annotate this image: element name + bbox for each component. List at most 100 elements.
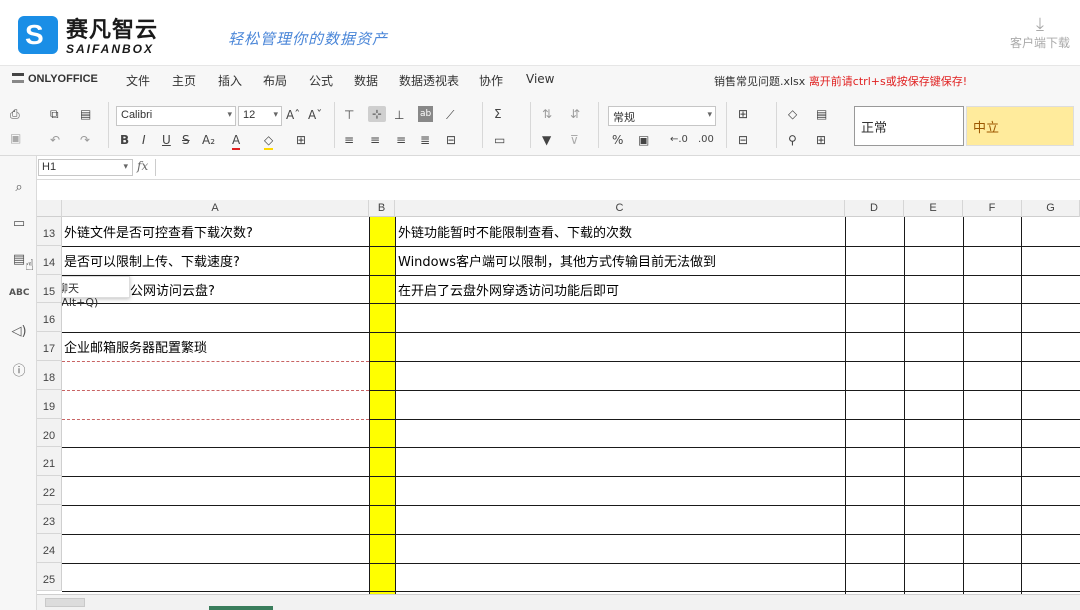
orientation-icon[interactable]: ⟋ <box>446 107 454 123</box>
conditional-format-icon[interactable]: ▤ <box>816 106 827 122</box>
decrease-decimal-icon[interactable]: ←.0 <box>670 132 688 148</box>
undo-icon[interactable]: ↶ <box>50 132 60 148</box>
cell-a[interactable]: 公网访问云盘? <box>128 280 215 299</box>
column-header-a[interactable]: A <box>62 200 369 217</box>
underline-button[interactable]: U <box>162 132 171 148</box>
increase-font-icon[interactable]: Aˆ <box>286 107 300 123</box>
tab-collaborate[interactable]: 协作 <box>479 72 503 89</box>
row-header[interactable]: 19 <box>37 389 62 419</box>
tab-data[interactable]: 数据 <box>354 72 378 89</box>
portal-header: S 赛凡智云 SAIFANBOX 轻松管理你的数据资产 ⤓ 客户端下载 <box>0 0 1080 66</box>
column-header-b[interactable]: B <box>369 200 395 217</box>
tab-layout[interactable]: 布局 <box>263 72 287 89</box>
number-format-select[interactable]: 常规 ▾ <box>608 106 716 126</box>
column-border <box>1021 217 1022 594</box>
insert-function-icon[interactable]: ▭ <box>494 132 505 148</box>
tab-view[interactable]: View <box>526 72 554 86</box>
insert-cells-icon[interactable]: ⊞ <box>738 106 748 122</box>
font-size-select[interactable]: 12 ▾ <box>238 106 282 126</box>
copy-icon[interactable]: ⧉ <box>50 106 59 122</box>
clear-filter-icon[interactable]: ⊽ <box>570 132 579 148</box>
delete-cells-icon[interactable]: ⊟ <box>738 132 748 148</box>
align-left-icon[interactable]: ≡ <box>344 132 354 148</box>
align-middle-icon[interactable]: ⊹ <box>368 106 386 122</box>
about-icon[interactable]: ⓘ <box>9 360 29 379</box>
row-header[interactable]: 13 <box>37 217 62 246</box>
row-header[interactable]: 23 <box>37 505 62 534</box>
italic-button[interactable]: I <box>142 132 146 148</box>
format-as-table-icon[interactable]: ⊞ <box>816 132 826 148</box>
row-header[interactable]: 17 <box>37 332 62 361</box>
cell-c[interactable]: 在开启了云盘外网穿透访问功能后即可 <box>396 280 619 299</box>
client-download-button[interactable]: ⤓ 客户端下载 <box>1004 16 1076 51</box>
row-header[interactable]: 14 <box>37 245 62 275</box>
sheet-tab[interactable] <box>209 606 273 610</box>
row-border <box>369 361 1080 362</box>
sort-ascending-icon[interactable]: ⇅ <box>542 106 552 122</box>
cell-a[interactable]: 外链文件是否可控查看下载次数? <box>62 222 253 241</box>
row-header[interactable]: 25 <box>37 562 62 592</box>
tab-formula[interactable]: 公式 <box>309 72 333 89</box>
fill-color-icon[interactable]: ◇ <box>264 132 274 150</box>
row-header[interactable]: 20 <box>37 418 62 448</box>
percent-icon[interactable]: % <box>612 132 623 148</box>
scrollbar-thumb[interactable] <box>45 598 85 607</box>
row-border <box>62 563 1080 564</box>
align-center-icon[interactable]: ≡ <box>370 132 380 148</box>
tab-insert[interactable]: 插入 <box>218 72 242 89</box>
decrease-font-icon[interactable]: Aˇ <box>308 107 322 123</box>
font-name-select[interactable]: Calibri ▾ <box>116 106 236 126</box>
merge-cells-icon[interactable]: ⊟ <box>446 132 456 148</box>
select-all-corner[interactable] <box>37 200 62 217</box>
autosum-icon[interactable]: Σ <box>494 106 502 122</box>
increase-decimal-icon[interactable]: .00 <box>698 132 714 148</box>
align-top-icon[interactable]: ⊤ <box>344 107 354 123</box>
justify-icon[interactable]: ≣ <box>420 132 430 148</box>
borders-icon[interactable]: ⊞ <box>296 132 306 148</box>
align-right-icon[interactable]: ≡ <box>396 132 406 148</box>
copy-style-icon[interactable]: ⚲ <box>788 132 797 148</box>
filter-icon[interactable]: ▼ <box>542 132 551 148</box>
feedback-icon[interactable]: ◁) <box>9 324 29 340</box>
cell-c[interactable]: Windows客户端可以限制，其他方式传输目前无法做到 <box>396 251 716 270</box>
spellcheck-icon[interactable]: ABC <box>9 288 29 304</box>
row-header[interactable]: 24 <box>37 533 62 563</box>
sort-descending-icon[interactable]: ⇵ <box>570 106 580 122</box>
function-icon[interactable]: fx <box>137 159 148 173</box>
subscript-button[interactable]: A₂ <box>202 132 215 148</box>
redo-icon[interactable]: ↷ <box>80 132 90 148</box>
column-header-c[interactable]: C <box>395 200 845 217</box>
currency-icon[interactable]: ▣ <box>638 132 649 148</box>
cell-style-neutral[interactable]: 中立 <box>966 106 1074 146</box>
row-header[interactable]: 15 <box>37 274 62 304</box>
clear-icon[interactable]: ◇ <box>788 106 797 122</box>
column-header-g[interactable]: G <box>1022 200 1080 217</box>
row-header[interactable]: 21 <box>37 447 62 477</box>
row-header[interactable]: 18 <box>37 361 62 390</box>
tab-pivot[interactable]: 数据透视表 <box>399 72 459 89</box>
name-box[interactable]: H1 ▾ <box>38 159 133 176</box>
column-header-d[interactable]: D <box>845 200 904 217</box>
app-window: S 赛凡智云 SAIFANBOX 轻松管理你的数据资产 ⤓ 客户端下载 ONLY… <box>0 0 1080 610</box>
cell-a[interactable]: 企业邮箱服务器配置繁琐 <box>62 337 207 356</box>
search-icon[interactable]: ⌕ <box>9 180 29 196</box>
cell-style-normal[interactable]: 正常 <box>854 106 964 146</box>
strikethrough-button[interactable]: S <box>182 132 190 148</box>
tab-file[interactable]: 文件 <box>126 72 150 89</box>
font-color-button[interactable]: A <box>232 132 241 150</box>
row-header[interactable]: 22 <box>37 476 62 505</box>
bold-button[interactable]: B <box>120 132 129 148</box>
horizontal-scrollbar[interactable] <box>37 594 1080 610</box>
row-header[interactable]: 16 <box>37 303 62 333</box>
align-bottom-icon[interactable]: ⊥ <box>394 107 404 123</box>
print-icon[interactable]: ⎙ <box>10 106 20 122</box>
comments-icon[interactable]: ▭ <box>9 216 29 232</box>
tab-home[interactable]: 主页 <box>172 72 197 96</box>
paste-icon[interactable]: ▤ <box>80 106 91 122</box>
wrap-text-icon[interactable]: ab <box>418 106 434 122</box>
column-header-e[interactable]: E <box>904 200 963 217</box>
cell-c[interactable]: 外链功能暂时不能限制查看、下载的次数 <box>396 222 632 241</box>
column-header-f[interactable]: F <box>963 200 1022 217</box>
cell-a[interactable]: 是否可以限制上传、下载速度? <box>62 251 240 270</box>
save-icon[interactable]: ▣ <box>10 130 21 146</box>
